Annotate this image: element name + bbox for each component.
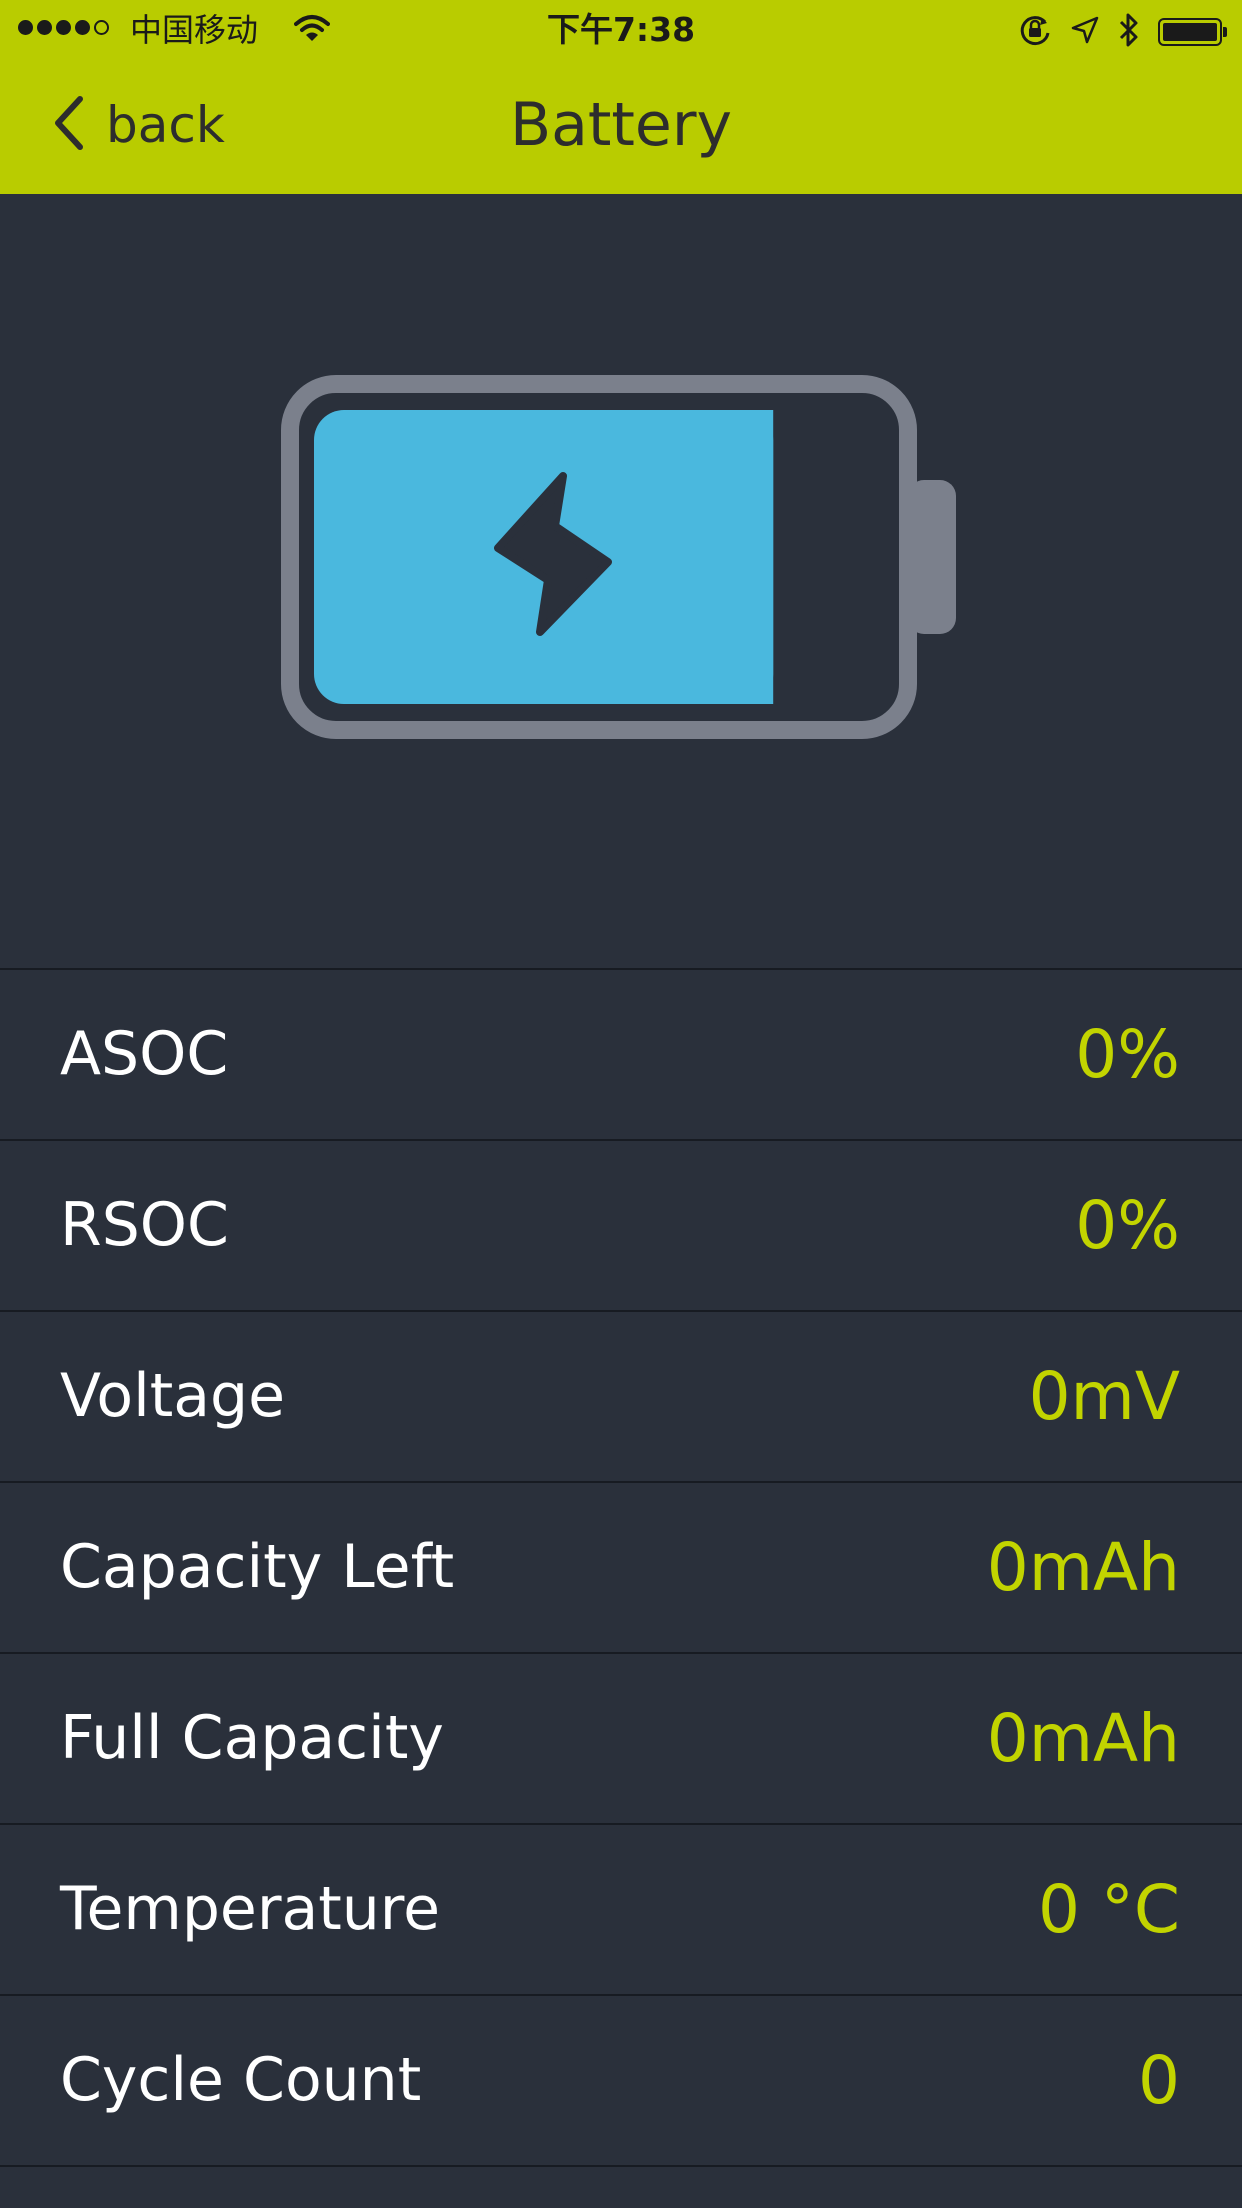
row-capacity-left: Capacity Left 0mAh: [0, 1481, 1242, 1652]
top-bar: 中国移动 下午7:38 back Battery: [0, 0, 1242, 194]
row-label: RSOC: [60, 1190, 229, 1260]
row-label: Capacity Left: [60, 1532, 455, 1602]
battery-hero: [0, 194, 1242, 970]
row-label: Cycle Count: [60, 2045, 422, 2115]
row-label: Full Capacity: [60, 1703, 444, 1773]
status-icons: [1018, 12, 1227, 52]
row-value: 0%: [1075, 1016, 1180, 1093]
battery-terminal: [908, 480, 956, 634]
row-asoc: ASOC 0%: [0, 968, 1242, 1139]
orientation-lock-icon: [1018, 13, 1052, 51]
status-bar: 中国移动 下午7:38: [0, 0, 1242, 60]
row-temperature: Temperature 0 °C: [0, 1823, 1242, 1994]
page-title: Battery: [509, 90, 733, 160]
row-value: 0mV: [1028, 1358, 1180, 1435]
battery-illustration: [281, 375, 956, 739]
row-value: 0mAh: [986, 1529, 1180, 1606]
row-value: 0mAh: [986, 1700, 1180, 1777]
navigation-bar: back Battery: [0, 60, 1242, 194]
row-full-capacity: Full Capacity 0mAh: [0, 1652, 1242, 1823]
battery-screen: 中国移动 下午7:38 back Battery ASOC 0% RSOC 0%…: [0, 0, 1242, 2208]
battery-stats-list: ASOC 0% RSOC 0% Voltage 0mV Capacity Lef…: [0, 968, 1242, 2167]
row-label: Temperature: [60, 1874, 441, 1944]
row-cycle-count: Cycle Count 0: [0, 1994, 1242, 2167]
row-value: 0 °C: [1037, 1871, 1180, 1948]
row-value: 0: [1138, 2042, 1180, 2119]
row-label: Voltage: [60, 1361, 286, 1431]
row-label: ASOC: [60, 1019, 229, 1089]
battery-icon: [1158, 18, 1227, 46]
row-rsoc: RSOC 0%: [0, 1139, 1242, 1310]
location-arrow-icon: [1070, 15, 1100, 49]
bluetooth-icon: [1118, 12, 1140, 52]
row-voltage: Voltage 0mV: [0, 1310, 1242, 1481]
row-value: 0%: [1075, 1187, 1180, 1264]
